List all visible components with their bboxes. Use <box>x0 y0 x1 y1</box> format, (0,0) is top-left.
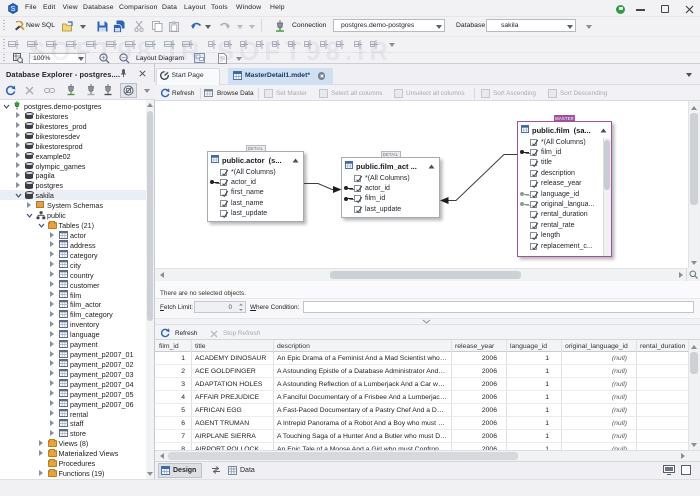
svg-text:S: S <box>10 6 15 13</box>
